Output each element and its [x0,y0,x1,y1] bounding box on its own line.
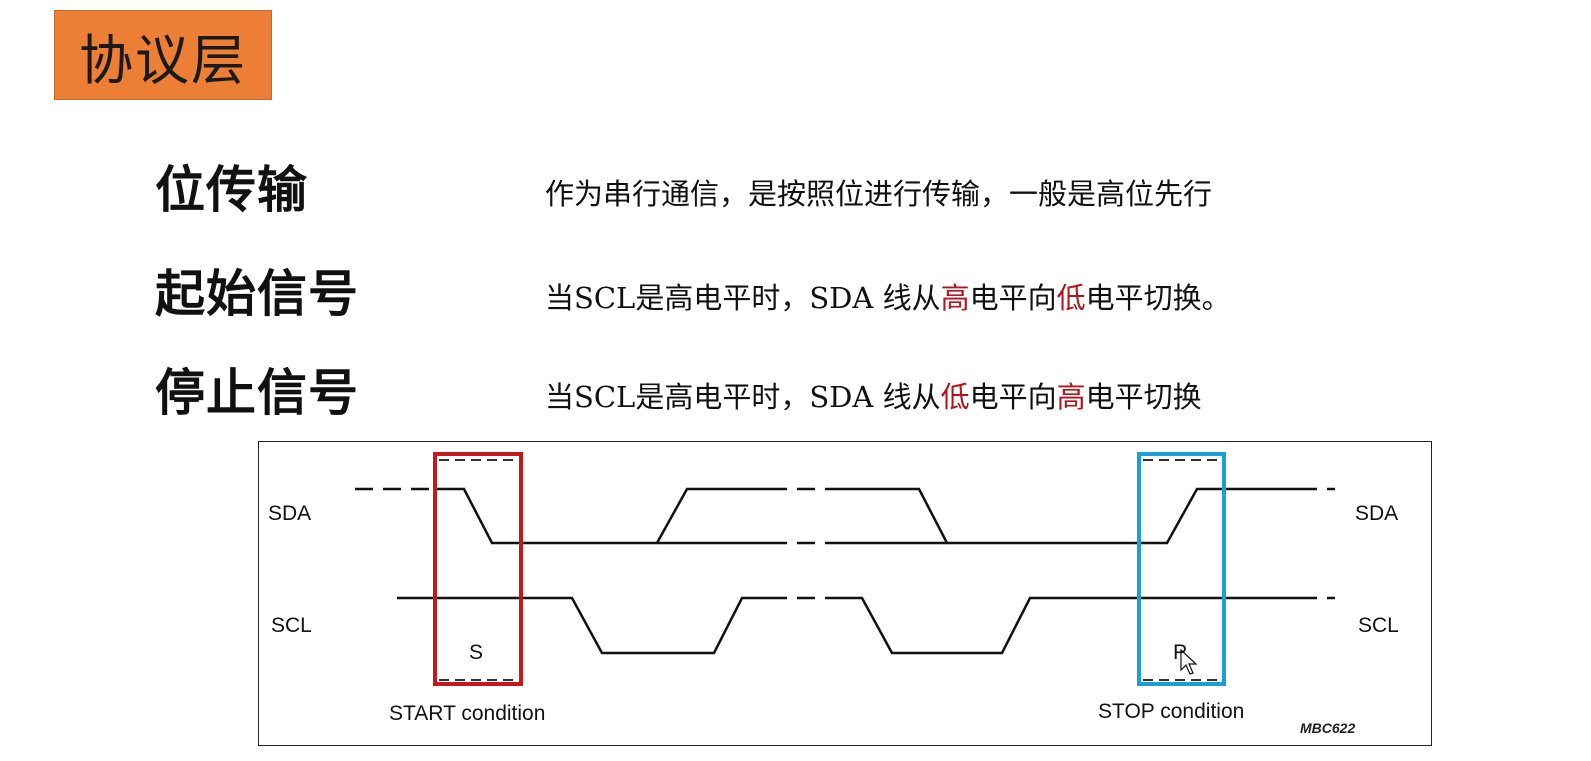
sda-line [434,487,769,545]
scl-label-right: SCL [1358,614,1399,637]
start-marker: S [469,641,484,664]
term-bit-transfer: 位传输 [155,161,308,219]
start-condition-caption: START condition [389,702,546,725]
sda-label-right: SDA [1355,502,1399,525]
desc-text: 电平切换。 [1085,281,1231,315]
sda-label-left: SDA [268,502,312,525]
desc-start-signal: 当SCL是高电平时，SDA 线从高电平向低电平切换。 [545,275,1231,317]
desc-stop-signal: 当SCL是高电平时，SDA 线从低电平向高电平切换 [545,374,1202,416]
highlight-low: 低 [940,380,970,414]
scl-line [397,596,769,655]
sda-line [834,487,1299,545]
stop-marker: P [1173,641,1188,664]
term-start-signal: 起始信号 [155,265,359,323]
desc-text: 当SCL是高电平时，SDA 线从 [545,380,941,414]
desc-text: 电平向 [969,281,1057,315]
term-stop-signal: 停止信号 [155,364,359,422]
desc-text: 电平向 [969,380,1057,414]
highlight-low: 低 [1056,281,1086,315]
highlight-high: 高 [1056,380,1086,414]
stop-condition-caption: STOP condition [1098,700,1245,723]
desc-text: 当SCL是高电平时，SDA 线从 [545,281,941,315]
section-title: 协议层 [79,28,247,92]
figure-code: MBC622 [1300,720,1356,736]
section-title-box: 协议层 [54,10,272,100]
highlight-high: 高 [940,281,970,315]
scl-line [834,596,1299,655]
desc-bit-transfer: 作为串行通信，是按照位进行传输，一般是高位先行 [545,171,1212,213]
i2c-timing-diagram: SDA SCL SDA SCL S P START condition STOP… [258,441,1432,746]
desc-text: 作为串行通信，是按照位进行传输，一般是高位先行 [545,177,1213,211]
scl-label-left: SCL [271,614,312,637]
desc-text: 电平切换 [1085,380,1202,414]
